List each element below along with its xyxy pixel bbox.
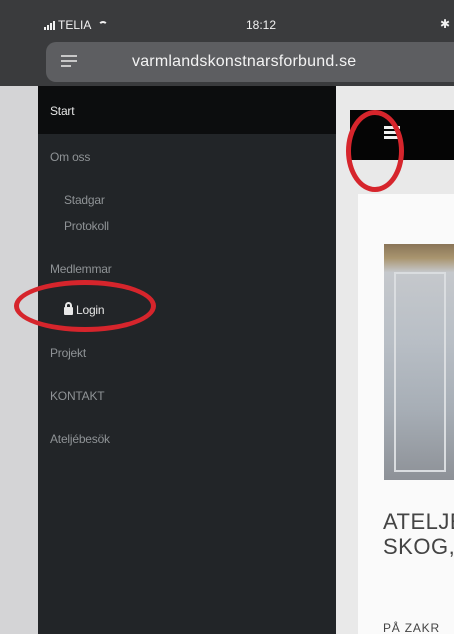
nav-item-medlemmar[interactable]: Medlemmar	[50, 262, 112, 276]
nav-item-protokoll[interactable]: Protokoll	[64, 219, 109, 233]
signal-icon	[44, 20, 55, 30]
annotation-circle-menu	[346, 110, 404, 192]
carrier-group: TELIA	[44, 18, 109, 32]
url-text[interactable]: varmlandskonstnarsforbund.se	[132, 53, 356, 71]
carrier-label: TELIA	[58, 18, 92, 32]
nav-item-om-oss[interactable]: Om oss	[50, 150, 90, 164]
post-photo[interactable]	[384, 244, 454, 480]
post-card[interactable]: ATELJÉ SKOG, PÅ ZAKR	[358, 194, 454, 634]
post-excerpt: PÅ ZAKR	[383, 621, 440, 634]
page-edge	[0, 86, 38, 634]
window-frame	[394, 272, 446, 472]
nav-item-start[interactable]: Start	[50, 104, 75, 118]
post-title[interactable]: ATELJÉ SKOG,	[383, 509, 454, 559]
nav-drawer: Start Om oss Stadgar Protokoll Medlemmar…	[38, 86, 336, 634]
status-bar: TELIA 18:12 ✱	[0, 0, 454, 38]
nav-item-projekt[interactable]: Projekt	[50, 346, 86, 360]
clock: 18:12	[246, 18, 277, 32]
nav-item-stadgar[interactable]: Stadgar	[64, 193, 105, 207]
wifi-icon	[98, 21, 109, 29]
annotation-circle-login	[14, 280, 156, 332]
nav-item-ateljebesok[interactable]: Ateljébesök	[50, 432, 110, 446]
nav-active-highlight	[38, 86, 336, 134]
bluetooth-icon: ✱	[440, 17, 451, 31]
browser-toolbar: varmlandskonstnarsforbund.se	[0, 38, 454, 86]
nav-item-kontakt[interactable]: KONTAKT	[50, 389, 105, 403]
reader-view-icon[interactable]	[61, 55, 77, 68]
address-field[interactable]: varmlandskonstnarsforbund.se	[46, 42, 454, 82]
